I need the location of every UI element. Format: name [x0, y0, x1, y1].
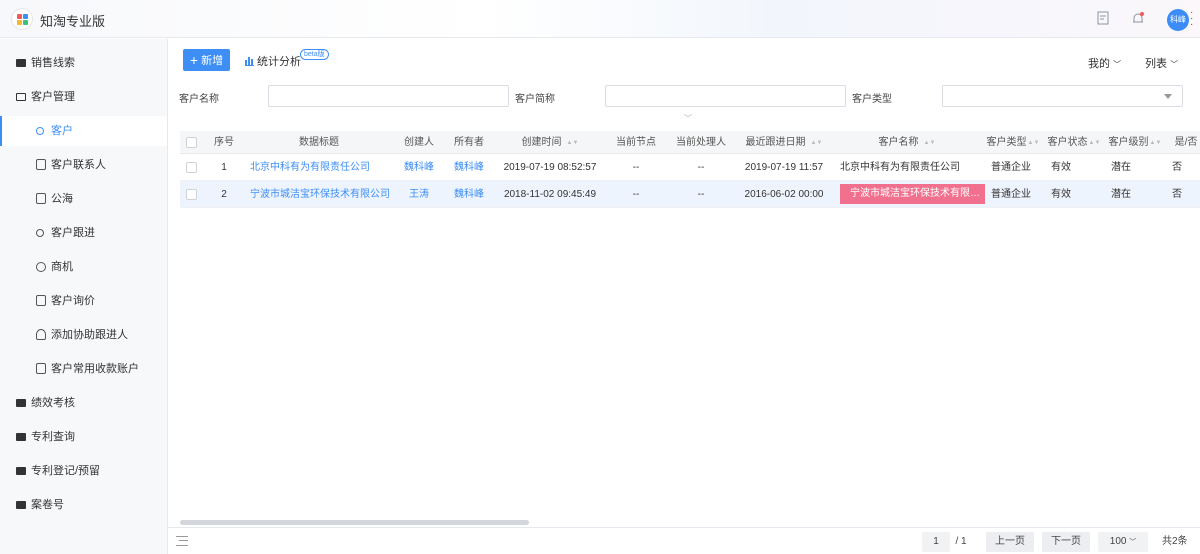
customer-name-input[interactable]: [268, 85, 509, 107]
horizontal-scrollbar[interactable]: [180, 520, 529, 525]
user-icon: [36, 229, 44, 237]
sidebar-item-customer-management[interactable]: 客户管理: [0, 82, 167, 112]
folder-icon: [16, 59, 26, 67]
page-size-select[interactable]: 100 ﹀: [1098, 532, 1148, 552]
sidebar-item-patent-query[interactable]: 专利查询: [0, 422, 167, 452]
column-header: 当前处理人: [676, 137, 726, 148]
select-all-checkbox[interactable]: [186, 137, 197, 148]
column-header-sortable[interactable]: 最近跟进日期 ▲▼: [736, 131, 832, 154]
sidebar-item-performance[interactable]: 绩效考核: [0, 388, 167, 418]
folder-icon: [16, 501, 26, 509]
row-checkbox[interactable]: [186, 162, 197, 173]
folder-open-icon: [16, 93, 26, 101]
sidebar-item-customer[interactable]: 客户: [0, 116, 167, 146]
caret-down-icon: [1164, 94, 1172, 99]
column-header: 创建人: [404, 137, 434, 148]
column-header-sortable[interactable]: 客户状态▲▼: [1044, 131, 1104, 154]
account-card-icon: [36, 363, 46, 374]
bar-chart-icon: [245, 57, 254, 66]
document-icon[interactable]: [1095, 11, 1111, 27]
sidebar-item-opportunity[interactable]: 商机: [0, 252, 167, 282]
sidebar-item-customer-inquiry[interactable]: 客户询价: [0, 286, 167, 316]
chevron-down-icon: ﹀: [1170, 60, 1179, 69]
table-row[interactable]: 2 宁波市城洁宝环保技术有限公司 王涛 魏科峰 2018-11-02 09:45…: [180, 181, 1200, 208]
collapse-sidebar-icon[interactable]: [176, 536, 188, 546]
top-bar: 知淘专业版 科峰 · · ·: [0, 0, 1200, 38]
plus-icon: +: [189, 52, 199, 68]
bell-icon[interactable]: [1130, 11, 1146, 27]
customer-short-name-input[interactable]: [605, 85, 846, 107]
table-header: 序号 数据标题 创建人 所有者 创建时间 ▲▼ 当前节点 当前处理人 最近跟进日期…: [180, 131, 1200, 154]
sort-icon: ▲▼: [566, 140, 579, 146]
chart-icon: [36, 295, 46, 306]
creator-link[interactable]: 魏科峰: [394, 154, 444, 181]
column-header-sortable[interactable]: 客户类型▲▼: [982, 131, 1044, 154]
total-pages: / 1: [955, 536, 967, 547]
next-page-button[interactable]: 下一页: [1042, 532, 1090, 552]
clock-icon: [36, 262, 46, 272]
stats-analysis-button[interactable]: 统计分析: [245, 53, 301, 69]
customer-short-name-label: 客户简称: [515, 94, 555, 105]
chevron-down-icon: ﹀: [1113, 60, 1122, 69]
table-row[interactable]: 1 北京中科有为有限责任公司 魏科峰 魏科峰 2019-07-19 08:52:…: [180, 154, 1200, 181]
folder-icon: [16, 399, 26, 407]
beta-badge: beta版: [300, 49, 329, 60]
sidebar-item-public-pool[interactable]: 公海: [0, 184, 167, 214]
customer-type-label: 客户类型: [852, 94, 892, 105]
column-header: 当前节点: [616, 137, 656, 148]
column-header-sortable[interactable]: 创建时间 ▲▼: [494, 131, 606, 154]
column-header: 序号: [214, 137, 234, 148]
collapse-filters-icon[interactable]: ﹀: [684, 113, 694, 123]
creator-link[interactable]: 王涛: [394, 181, 444, 208]
column-header: 所有者: [454, 137, 484, 148]
sidebar-item-payment-accounts[interactable]: 客户常用收款账户: [0, 354, 167, 384]
folder-icon: [16, 467, 26, 475]
sort-icon: ▲▼: [1027, 140, 1040, 146]
owner-link[interactable]: 魏科峰: [444, 181, 494, 208]
sidebar-item-case-number[interactable]: 案卷号: [0, 490, 167, 520]
clipboard-icon: [36, 193, 46, 204]
sidebar-item-customer-contacts[interactable]: 客户联系人: [0, 150, 167, 180]
sidebar-item-add-assistant[interactable]: 添加协助跟进人: [0, 320, 167, 350]
sort-icon: ▲▼: [1149, 140, 1162, 146]
chevron-down-icon: ﹀: [1129, 539, 1137, 546]
owner-link[interactable]: 魏科峰: [444, 154, 494, 181]
more-menu-icon[interactable]: · · ·: [1190, 8, 1196, 30]
sidebar-item-sales-leads[interactable]: 销售线索: [0, 48, 167, 78]
user-icon: [36, 127, 44, 135]
sort-icon: ▲▼: [810, 140, 823, 146]
list-view-dropdown[interactable]: 列表 ﹀: [1145, 55, 1178, 71]
page-number-input[interactable]: 1: [922, 532, 950, 552]
record-title-link[interactable]: 宁波市城洁宝环保技术有限公司: [250, 181, 394, 208]
sort-icon: ▲▼: [1088, 140, 1101, 146]
record-title-link[interactable]: 北京中科有为有限责任公司: [250, 154, 394, 181]
column-header: 是/否: [1174, 137, 1198, 148]
pagination-bar: 1 / 1 上一页 下一页 100 ﹀ 共2条: [168, 527, 1200, 554]
folder-icon: [16, 433, 26, 441]
column-header-sortable[interactable]: 客户名称 ▲▼: [832, 131, 982, 154]
graduation-cap-icon: [36, 329, 46, 340]
app-title: 知淘专业版: [40, 14, 106, 29]
sort-icon: ▲▼: [923, 140, 936, 146]
sidebar-item-patent-register[interactable]: 专利登记/预留: [0, 456, 167, 486]
customer-type-select[interactable]: [942, 85, 1183, 107]
sidebar-item-customer-followup[interactable]: 客户跟进: [0, 218, 167, 248]
user-avatar[interactable]: 科峰: [1167, 9, 1189, 31]
row-checkbox[interactable]: [186, 189, 197, 200]
prev-page-button[interactable]: 上一页: [986, 532, 1034, 552]
new-button[interactable]: + 新增: [183, 49, 230, 71]
column-header: 数据标题: [299, 137, 339, 148]
column-header-sortable[interactable]: 客户级别▲▼: [1104, 131, 1166, 154]
customer-name-label: 客户名称: [179, 94, 219, 105]
total-count: 共2条: [1162, 536, 1188, 547]
contacts-icon: [36, 159, 46, 170]
sidebar: 销售线索 客户管理 客户 客户联系人 公海 客户跟进 商机 客户询价 添加协助跟…: [0, 39, 168, 554]
app-logo-icon: [12, 9, 32, 29]
mine-dropdown[interactable]: 我的 ﹀: [1088, 55, 1121, 71]
highlighted-customer-name: 宁波市城洁宝环保技术有限…: [840, 181, 986, 208]
